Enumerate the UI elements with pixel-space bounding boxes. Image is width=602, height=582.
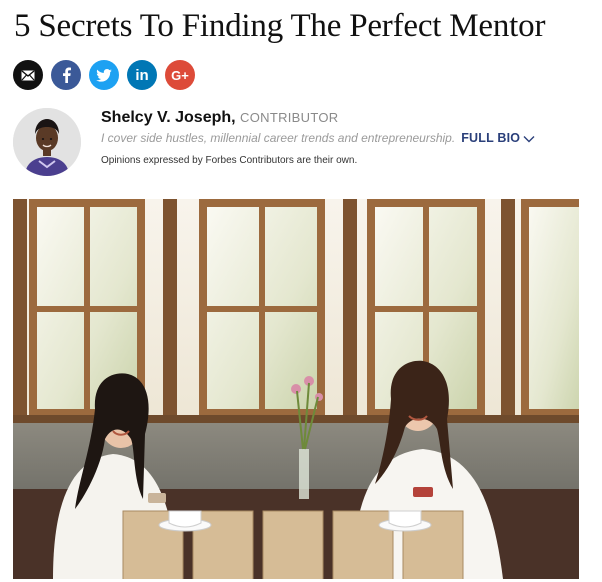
cafe-photo — [13, 199, 579, 579]
author-bio-line: I cover side hustles, millennial career … — [101, 130, 535, 146]
author-role: CONTRIBUTOR — [240, 110, 339, 125]
facebook-share-button[interactable] — [51, 60, 81, 90]
article-title: 5 Secrets To Finding The Perfect Mentor — [14, 8, 546, 44]
email-share-button[interactable] — [13, 60, 43, 90]
contributor-disclaimer: Opinions expressed by Forbes Contributor… — [101, 155, 358, 166]
share-bar: in G+ — [13, 60, 195, 90]
author-name[interactable]: Shelcy V. Joseph — [101, 109, 231, 126]
author-separator: , — [231, 109, 236, 126]
chevron-down-icon — [523, 135, 535, 143]
twitter-bird-icon — [96, 68, 112, 82]
linkedin-icon: in — [135, 66, 149, 84]
hero-image — [13, 199, 579, 579]
envelope-icon — [21, 69, 35, 80]
full-bio-link[interactable]: FULL BIO — [461, 131, 535, 145]
full-bio-label: FULL BIO — [461, 131, 521, 145]
facebook-icon — [62, 67, 71, 83]
author-photo — [13, 108, 81, 176]
google-plus-icon: G+ — [171, 67, 189, 83]
googleplus-share-button[interactable]: G+ — [165, 60, 195, 90]
author-bio: I cover side hustles, millennial career … — [101, 131, 456, 145]
linkedin-share-button[interactable]: in — [127, 60, 157, 90]
author-line: Shelcy V. Joseph, CONTRIBUTOR — [101, 108, 338, 128]
twitter-share-button[interactable] — [89, 60, 119, 90]
author-avatar[interactable] — [13, 108, 81, 176]
